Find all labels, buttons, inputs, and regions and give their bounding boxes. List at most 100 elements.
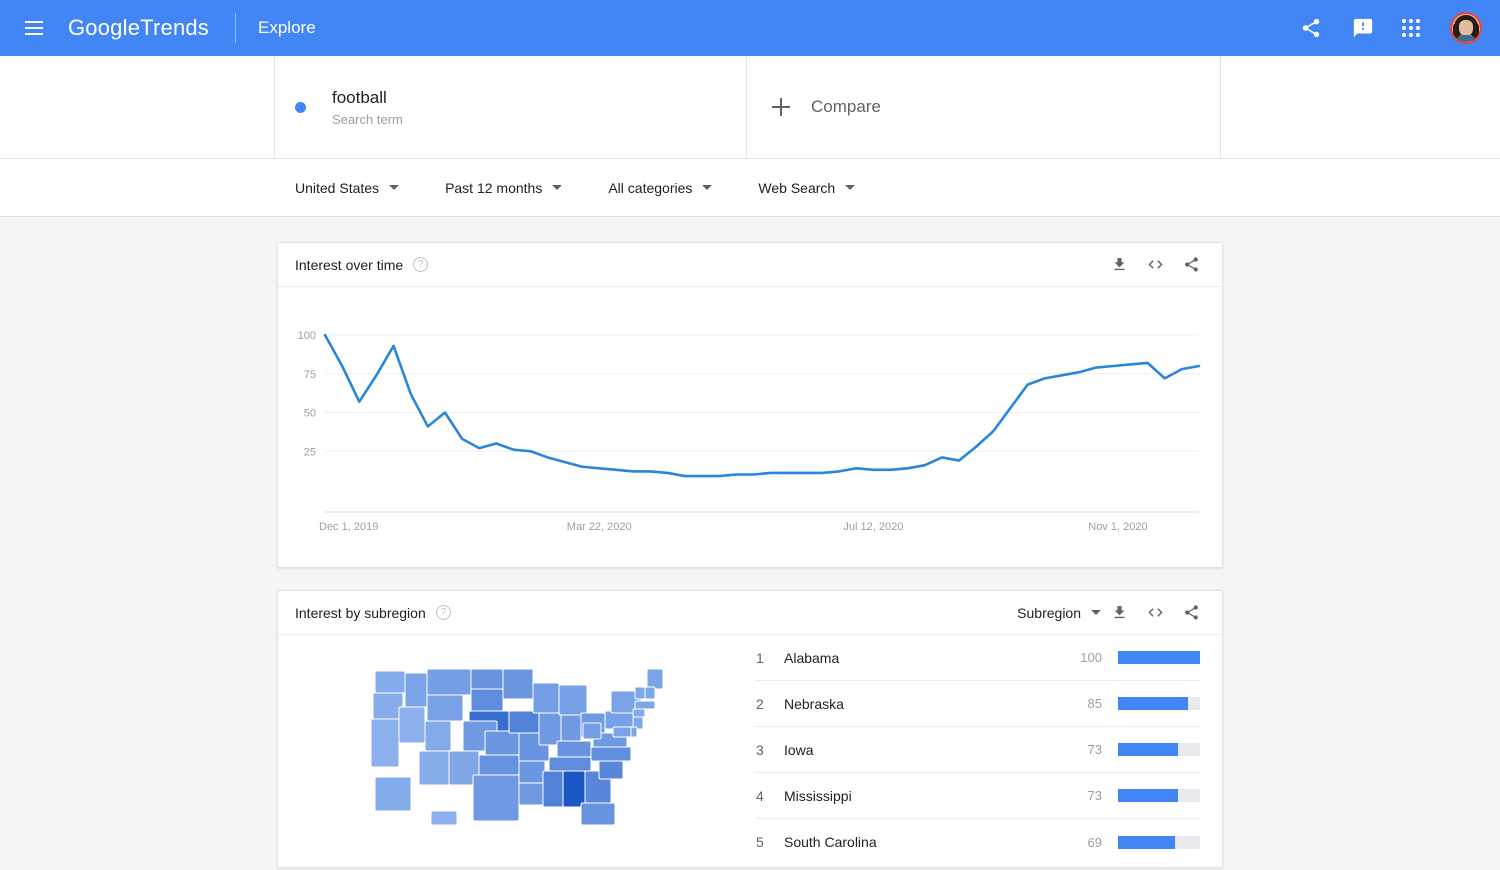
map-state-maryland[interactable] (612, 726, 632, 738)
map-state-north-carolina[interactable] (590, 746, 632, 762)
subregion-select[interactable]: Subregion (1017, 605, 1101, 621)
brand-google: Google (68, 15, 141, 40)
map-state-west-virginia[interactable] (582, 722, 602, 740)
map-state-illinois[interactable] (538, 712, 562, 746)
map-state-kansas[interactable] (484, 730, 520, 756)
search-type-filter[interactable]: Web Search (758, 179, 856, 196)
time-range-filter[interactable]: Past 12 months (445, 179, 563, 196)
location-filter[interactable]: United States (295, 179, 400, 196)
line-chart-svg[interactable]: 25 50 75 100 Dec 1, 2019 Mar 22, 2020 Jul 12, … (278, 287, 1222, 565)
subregion-rank: 2 (756, 695, 764, 712)
us-map-svg[interactable] (367, 661, 667, 841)
subregion-name: Alabama (784, 649, 840, 666)
map-state-massachusetts[interactable] (634, 700, 656, 710)
subregion-row[interactable]: 4 Mississippi 73 (756, 773, 1200, 819)
location-filter-label: United States (295, 179, 380, 196)
us-choropleth-map[interactable] (278, 635, 756, 867)
map-state-wisconsin[interactable] (532, 682, 560, 714)
chevron-down-icon (845, 185, 856, 190)
embed-code-icon[interactable] (1147, 604, 1164, 621)
subregion-bar-fill (1118, 835, 1175, 849)
map-state-florida[interactable] (580, 802, 616, 826)
apps-grid-icon[interactable] (1402, 19, 1420, 37)
map-state-oklahoma[interactable] (478, 754, 520, 776)
plus-icon (771, 97, 791, 117)
map-state-arizona[interactable] (418, 750, 450, 786)
map-state-arkansas[interactable] (518, 760, 546, 784)
map-state-california[interactable] (370, 718, 400, 768)
embed-code-icon[interactable] (1147, 256, 1164, 273)
map-state-south-carolina[interactable] (598, 758, 624, 780)
map-state-maine[interactable] (646, 668, 664, 690)
interest-over-time-card: Interest over time ? 25 50 75 100 Dec 1,… (277, 242, 1223, 568)
nav-explore[interactable]: Explore (258, 18, 316, 38)
map-state-idaho[interactable] (404, 672, 428, 708)
app-bar: GoogleTrends Explore (0, 0, 1500, 56)
map-state-indiana[interactable] (560, 714, 582, 742)
chevron-down-icon (389, 185, 400, 190)
chevron-down-icon (702, 185, 713, 190)
map-state-texas[interactable] (472, 774, 520, 822)
map-state-mississippi[interactable] (542, 770, 564, 808)
subregion-name: Iowa (784, 741, 814, 758)
help-icon[interactable]: ? (435, 605, 451, 620)
category-filter[interactable]: All categories (608, 180, 713, 196)
map-state-washington[interactable] (374, 670, 406, 694)
map-state-wyoming[interactable] (426, 694, 464, 722)
subregion-rank: 1 (756, 649, 764, 666)
map-state-iowa[interactable] (508, 710, 540, 734)
subregion-bar-fill (1118, 651, 1200, 664)
share-icon[interactable] (1183, 256, 1200, 273)
subregion-value: 69 (1087, 834, 1102, 850)
subregion-row[interactable]: 5 South Carolina 69 (756, 819, 1200, 865)
feedback-icon[interactable] (1350, 15, 1376, 41)
app-logo[interactable]: GoogleTrends (68, 15, 209, 41)
subregion-bar-track (1118, 743, 1200, 756)
subregion-row[interactable]: 1 Alabama 100 (756, 635, 1200, 681)
map-state-new-hampshire[interactable] (644, 686, 656, 700)
svg-text:Dec 1, 2019: Dec 1, 2019 (319, 521, 378, 533)
map-state-south-dakota[interactable] (470, 688, 504, 712)
map-state-hawaii[interactable] (430, 810, 458, 826)
share-icon[interactable] (1298, 15, 1324, 41)
map-state-utah[interactable] (424, 720, 452, 752)
map-state-kentucky[interactable] (556, 740, 592, 758)
map-state-minnesota[interactable] (502, 668, 534, 700)
download-icon[interactable] (1111, 256, 1128, 273)
user-avatar[interactable] (1450, 12, 1482, 44)
search-type-filter-label: Web Search (758, 179, 836, 196)
subregion-rank: 3 (756, 741, 764, 758)
help-icon[interactable]: ? (413, 257, 429, 272)
svg-text:25: 25 (304, 446, 316, 458)
subregion-value: 100 (1080, 650, 1102, 665)
map-state-montana[interactable] (426, 668, 472, 696)
download-icon[interactable] (1111, 604, 1128, 621)
subregion-list: 1 Alabama 100 2 Nebraska 85 3 Iowa 73 4 Mississipp… (756, 635, 1222, 867)
map-state-north-dakota[interactable] (470, 668, 504, 690)
interest-over-time-chart[interactable]: 25 50 75 100 Dec 1, 2019 Mar 22, 2020 Jul 12, … (278, 287, 1222, 567)
subregion-bar-track (1118, 835, 1200, 849)
subregion-rank: 4 (756, 787, 764, 804)
subregion-row[interactable]: 3 Iowa 73 (756, 727, 1200, 773)
map-state-vermont[interactable] (634, 686, 646, 700)
map-state-michigan[interactable] (558, 684, 588, 716)
terms-left-spacer (0, 56, 275, 158)
interest-by-subregion-title: Interest by subregion (295, 604, 426, 621)
share-icon[interactable] (1183, 604, 1200, 621)
time-range-filter-label: Past 12 months (445, 179, 543, 196)
compare-button[interactable]: Compare (747, 56, 1221, 158)
subregion-body: 1 Alabama 100 2 Nebraska 85 3 Iowa 73 4 Mississipp… (278, 635, 1222, 867)
search-term-label: football (332, 88, 387, 107)
map-state-nevada[interactable] (398, 706, 426, 744)
subregion-value: 73 (1087, 788, 1102, 803)
hamburger-menu-icon[interactable] (14, 8, 54, 48)
map-state-tennessee[interactable] (548, 756, 592, 772)
map-state-pennsylvania[interactable] (604, 710, 636, 730)
map-state-alaska[interactable] (374, 776, 412, 812)
subregion-bar-track (1118, 651, 1200, 664)
search-term-card[interactable]: football Search term (275, 56, 747, 158)
map-state-alabama[interactable] (562, 770, 586, 808)
map-state-connecticut[interactable] (632, 708, 646, 718)
subregion-row[interactable]: 2 Nebraska 85 (756, 681, 1200, 727)
svg-text:100: 100 (298, 330, 316, 342)
